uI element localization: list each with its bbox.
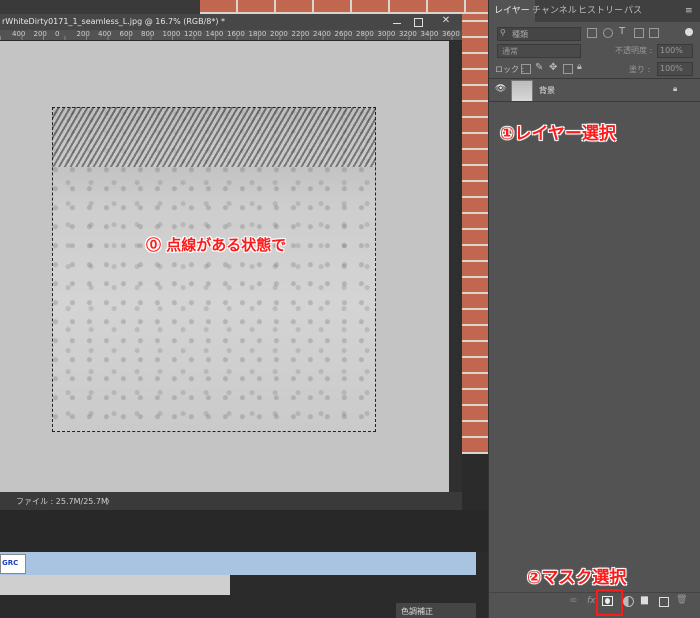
layer-row-divider <box>489 101 700 102</box>
lock-move-icon[interactable]: ✥ <box>549 62 557 73</box>
annotation-step0: ⓪ 点線がある状態で <box>146 236 287 254</box>
filter-pixel-icon[interactable] <box>587 28 597 38</box>
fill-input[interactable]: 100% <box>657 62 693 76</box>
brick-wall-right <box>460 14 488 454</box>
new-layer-icon[interactable] <box>659 597 669 607</box>
panel-menu-icon[interactable]: ≡ <box>685 6 693 16</box>
maximize-icon[interactable] <box>414 18 423 27</box>
mask-highlight-box <box>596 589 623 616</box>
layer-style-fx-icon[interactable]: fx <box>587 596 596 606</box>
vertical-scrollbar[interactable] <box>449 41 462 492</box>
status-bar: ファイル : 25.7M/25.7M 〉 <box>0 492 462 510</box>
filter-shape-icon[interactable] <box>634 28 644 38</box>
document-title: rWhiteDirty0171_1_seamless_L.jpg @ 16.7%… <box>2 17 226 26</box>
layer-lock-icon: 🔒︎ <box>673 84 678 93</box>
bottom-gray-strip <box>0 575 230 595</box>
document-title-bar[interactable]: rWhiteDirty0171_1_seamless_L.jpg @ 16.7%… <box>0 14 462 30</box>
link-layers-icon[interactable]: ∞ <box>569 595 577 606</box>
adjustments-tab[interactable]: 色調補正 <box>396 603 476 618</box>
fill-value: 100% <box>660 64 683 73</box>
brick-wall-top <box>200 0 490 14</box>
layer-name[interactable]: 背景 <box>539 85 555 96</box>
ruler-tick-label: 400 <box>98 30 112 38</box>
lock-artboard-icon[interactable] <box>563 64 573 74</box>
ruler-tick-label: 2800 <box>356 30 374 38</box>
ruler-tick-label: 200 <box>33 30 47 38</box>
status-menu-arrow[interactable]: 〉 <box>106 496 114 507</box>
filter-kind-select[interactable]: ⚲ 種類 <box>497 27 581 41</box>
ruler-tick-label: 1000 <box>162 30 181 38</box>
lock-paint-icon[interactable]: ✎ <box>535 62 543 73</box>
ruler-tick-label: 1800 <box>248 30 267 38</box>
status-file-size: ファイル : 25.7M/25.7M <box>16 497 108 506</box>
tab-paths[interactable]: パス <box>619 0 647 22</box>
ruler-tick-label: 1200 <box>184 30 202 38</box>
ruler-tick-label: 1600 <box>227 30 245 38</box>
thumbnail-box[interactable]: GRC <box>0 554 26 574</box>
thumbnail-logo: GRC <box>2 559 19 567</box>
opacity-label: 不透明度 : <box>615 46 653 55</box>
lock-label: ロック : <box>495 65 525 74</box>
ruler-tick-label: 3000 <box>377 30 396 38</box>
ruler-tick-label: 2200 <box>291 30 310 38</box>
ruler-tick-label: 3200 <box>399 30 417 38</box>
blue-bar: GRC <box>0 552 476 575</box>
search-icon: ⚲ <box>500 28 506 37</box>
close-icon[interactable]: ✕ <box>436 14 456 28</box>
adjustment-layer-icon[interactable] <box>623 596 634 607</box>
layers-panel: レイヤー チャンネル ヒストリー パス ≡ ⚲ 種類 T 通常 不透明度 : 1… <box>488 0 700 618</box>
lock-all-icon[interactable]: 🔒︎ <box>577 62 582 72</box>
minimize-icon[interactable] <box>393 23 401 24</box>
annotation-step2: ②マスク選択 <box>527 568 627 588</box>
layers-bottom-bar: ∞ fx ▆ 🗑︎ <box>489 592 700 611</box>
blend-mode-value: 通常 <box>502 47 518 56</box>
ruler-tick-label: 3600 <box>442 30 460 38</box>
layer-row-background[interactable]: 👁︎ 背景 🔒︎ <box>489 79 700 102</box>
eye-icon[interactable]: 👁︎ <box>495 84 506 94</box>
opacity-value: 100% <box>660 46 683 55</box>
blend-mode-select[interactable]: 通常 <box>497 44 581 58</box>
workspace-background <box>0 510 488 552</box>
ruler-tick-label: 2000 <box>270 30 288 38</box>
layer-thumbnail[interactable] <box>511 80 533 102</box>
annotation-step1: ①レイヤー選択 <box>500 124 616 144</box>
fill-label: 塗り : <box>629 65 651 74</box>
filter-toggle-icon[interactable] <box>685 28 693 36</box>
filter-kind-label: 種類 <box>512 30 528 39</box>
filter-adjust-icon[interactable] <box>603 28 613 38</box>
opacity-input[interactable]: 100% <box>657 44 693 58</box>
adjustments-tab-label: 色調補正 <box>401 607 433 616</box>
ruler-tick-label: 400 <box>12 30 26 38</box>
new-group-icon[interactable]: ▆ <box>641 595 648 605</box>
ruler-tick-label: 0 <box>55 30 60 38</box>
ruler-tick-label: 800 <box>141 30 155 38</box>
ruler-tick-label: 200 <box>76 30 90 38</box>
lock-transparent-icon[interactable] <box>521 64 531 74</box>
ruler-tick-label: 1400 <box>205 30 224 38</box>
texture-image[interactable] <box>52 107 376 432</box>
ruler-tick-label: 3400 <box>420 30 439 38</box>
background-window <box>0 0 200 14</box>
delete-layer-icon[interactable]: 🗑︎ <box>676 595 687 605</box>
selection-marching-ants <box>52 107 376 432</box>
panel-tab-strip: レイヤー チャンネル ヒストリー パス ≡ <box>489 0 700 22</box>
filter-type-icon[interactable]: T <box>619 26 625 37</box>
ruler-tick-label: 600 <box>119 30 133 38</box>
horizontal-ruler: 400 200 0 200 400 600 800 1000 1200 1400 1600 1800 2… <box>0 30 462 41</box>
ruler-tick-label: 2600 <box>334 30 353 38</box>
ruler-tick-label: 2400 <box>313 30 331 38</box>
filter-smart-icon[interactable] <box>649 28 659 38</box>
